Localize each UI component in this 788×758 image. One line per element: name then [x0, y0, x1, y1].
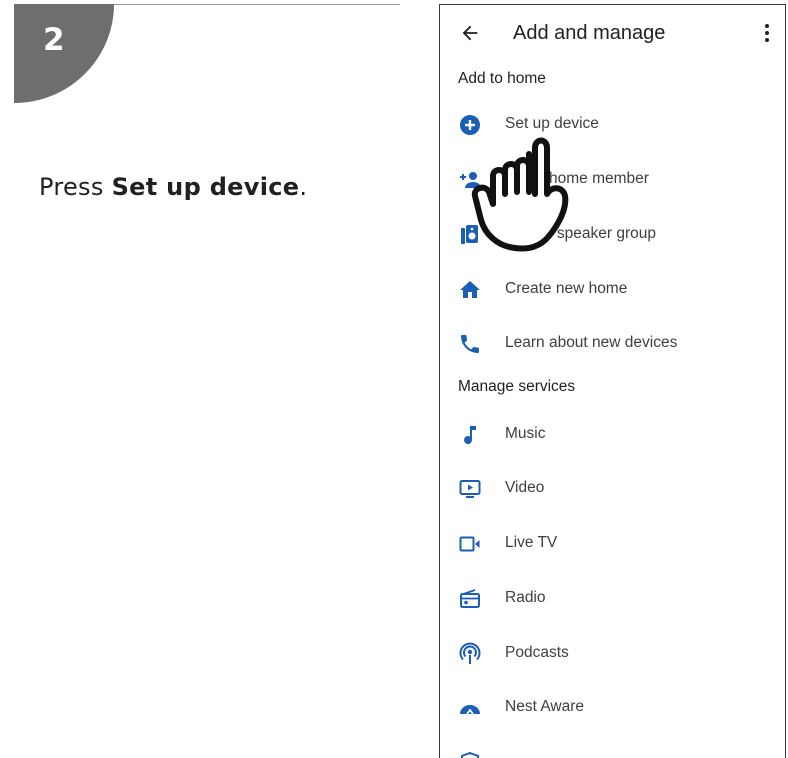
menu-item-create-new-home[interactable]: Create new home	[440, 265, 785, 315]
menu-item-nest-aware[interactable]: Nest Aware	[440, 683, 785, 733]
tapping-hand-icon	[471, 137, 569, 252]
step-number: 2	[43, 22, 65, 58]
radio-icon	[458, 587, 482, 611]
page-title: Add and manage	[513, 22, 666, 44]
menu-item-music[interactable]: Music	[440, 410, 785, 460]
nest-aware-icon	[458, 696, 482, 720]
menu-item-label: Nest Aware	[505, 698, 584, 715]
menu-item-video[interactable]: Video	[440, 464, 785, 514]
menu-item-partial[interactable]	[440, 738, 785, 758]
menu-item-podcasts[interactable]: Podcasts	[440, 629, 785, 679]
menu-item-label: Create new home	[505, 280, 628, 297]
section-header-add-to-home: Add to home	[458, 70, 546, 87]
menu-item-label: Learn about new devices	[505, 334, 678, 351]
menu-item-radio[interactable]: Radio	[440, 574, 785, 624]
live-tv-icon	[458, 532, 482, 556]
menu-item-label: Radio	[505, 589, 546, 606]
offers-icon	[458, 751, 482, 758]
home-icon	[458, 278, 482, 302]
video-icon	[458, 477, 482, 501]
instruction-suffix: .	[299, 173, 308, 201]
app-bar: Add and manage	[440, 5, 785, 63]
menu-item-label: Live TV	[505, 534, 558, 551]
menu-item-label: Music	[505, 425, 546, 442]
menu-item-learn-about-devices[interactable]: Learn about new devices	[440, 319, 785, 369]
step-badge: 2	[14, 4, 114, 103]
phone-icon	[458, 332, 482, 356]
music-note-icon	[458, 423, 482, 447]
instruction-prefix: Press	[39, 173, 112, 201]
menu-item-live-tv[interactable]: Live TV	[440, 519, 785, 569]
menu-item-label: Set up device	[505, 115, 599, 132]
phone-screen: Add and manage Add to home Set up device…	[439, 4, 786, 758]
more-vert-icon[interactable]	[763, 22, 771, 44]
menu-item-label: Podcasts	[505, 644, 569, 661]
instruction-emphasis: Set up device	[111, 173, 300, 201]
back-arrow-icon[interactable]	[459, 22, 481, 44]
podcasts-icon	[458, 642, 482, 666]
section-header-manage-services: Manage services	[458, 378, 576, 395]
step-instruction: Press Set up device.	[39, 173, 307, 201]
menu-item-label: Video	[505, 479, 545, 496]
